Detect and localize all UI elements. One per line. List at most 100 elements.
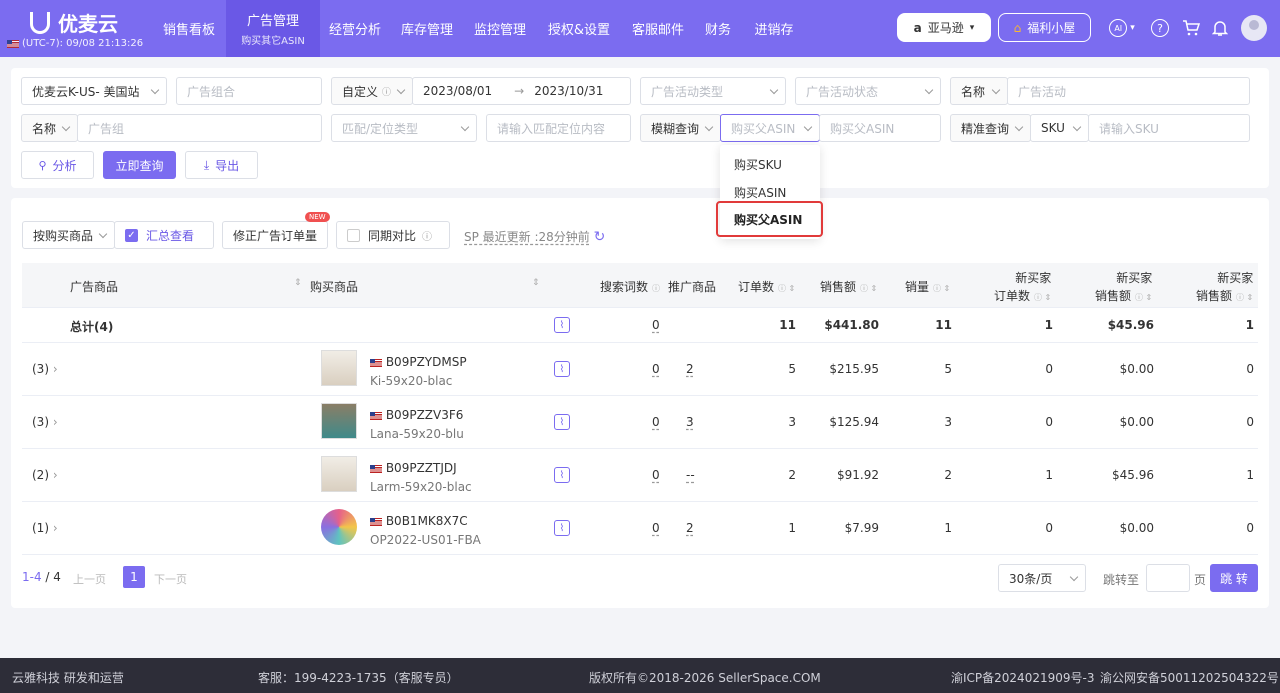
nav-service-email[interactable]: 客服邮件: [624, 0, 692, 57]
us-flag-icon: [370, 464, 382, 473]
brand-logo[interactable]: 优麦云: [30, 8, 118, 37]
nav-finance[interactable]: 财务: [698, 0, 738, 57]
product-thumbnail[interactable]: [321, 456, 357, 492]
user-avatar[interactable]: [1241, 15, 1267, 41]
parent-asin-input[interactable]: 购买父ASIN: [819, 114, 941, 142]
row-expand[interactable]: (3) ›: [32, 362, 58, 376]
row-search-terms[interactable]: 0: [652, 362, 660, 376]
campaign-status-select[interactable]: 广告活动状态: [795, 77, 941, 105]
col-promoted-products[interactable]: 推广商品: [668, 278, 716, 295]
product-asin[interactable]: B09PZYDMSP: [370, 355, 467, 369]
cart-icon[interactable]: [1181, 18, 1201, 38]
name-field-select-2[interactable]: 名称: [21, 114, 78, 142]
nav-inventory[interactable]: 库存管理: [392, 0, 462, 57]
page-1-button[interactable]: 1: [123, 566, 145, 588]
trend-chart-icon[interactable]: ⌇: [554, 317, 570, 333]
date-mode-select[interactable]: 自定义 ⓘ: [331, 77, 413, 105]
row-promoted[interactable]: 3: [686, 415, 694, 429]
row-expand[interactable]: (2) ›: [32, 468, 58, 482]
dropdown-item-buy-sku[interactable]: 购买SKU: [734, 156, 782, 173]
row-sales: $125.94: [829, 415, 879, 429]
date-range-picker[interactable]: 2023/08/01 → 2023/10/31: [412, 77, 631, 105]
shop-select[interactable]: 优麦云K-US- 美国站: [21, 77, 167, 105]
trend-chart-icon[interactable]: ⌇: [554, 520, 570, 536]
marketplace-select[interactable]: a 亚马逊 ▾: [897, 13, 991, 42]
row-search-terms[interactable]: 0: [652, 521, 660, 535]
col-search-terms[interactable]: 搜索词数 ⓘ: [600, 278, 660, 295]
bell-icon[interactable]: [1210, 18, 1230, 38]
product-thumbnail[interactable]: [321, 509, 357, 545]
product-asin[interactable]: B0B1MK8X7C: [370, 514, 468, 528]
group-by-select[interactable]: 按购买商品: [22, 221, 115, 249]
dropdown-item-buy-asin[interactable]: 购买ASIN: [734, 184, 786, 201]
footer-copyright: 版权所有©2018-2026 SellerSpace.COM: [589, 671, 821, 685]
campaign-type-select[interactable]: 广告活动类型: [640, 77, 786, 105]
sku-input[interactable]: 请输入SKU: [1088, 114, 1250, 142]
match-type-select[interactable]: 匹配/定位类型: [331, 114, 477, 142]
col-sales[interactable]: 销售额 ⓘ ⇕: [820, 278, 877, 295]
welfare-button[interactable]: ⌂ 福利小屋: [998, 13, 1091, 42]
refresh-icon[interactable]: ↻: [594, 229, 606, 245]
col-new-buyer-orders[interactable]: 新买家 订单数 ⓘ ⇕: [994, 269, 1051, 307]
col-orders[interactable]: 订单数 ⓘ ⇕: [738, 278, 795, 295]
col-new-buyer-units[interactable]: 新买家 销售额 ⓘ ⇕: [1196, 269, 1253, 307]
sort-icon[interactable]: ⇕: [294, 278, 302, 288]
footer-icp[interactable]: 渝ICP备2024021909号-3: [951, 669, 1094, 686]
row-promoted[interactable]: 2: [686, 362, 694, 376]
fix-ad-orders-button[interactable]: 修正广告订单量: [222, 221, 328, 249]
page-size-select[interactable]: 30条/页: [998, 564, 1086, 592]
name-field-select[interactable]: 名称: [950, 77, 1008, 105]
product-sku: Lana-59x20-blu: [370, 427, 464, 441]
jump-page-input[interactable]: [1146, 564, 1190, 592]
nav-purchase-sales-stock[interactable]: 进销存: [746, 0, 802, 57]
export-button[interactable]: ⤓ 导出: [185, 151, 258, 179]
trend-chart-icon[interactable]: ⌇: [554, 414, 570, 430]
col-new-buyer-sales[interactable]: 新买家 销售额 ⓘ ⇕: [1095, 269, 1152, 307]
fuzzy-query-select[interactable]: 模糊查询: [640, 114, 721, 142]
ad-portfolio-input[interactable]: 广告组合: [176, 77, 322, 105]
match-content-input[interactable]: 请输入匹配定位内容: [486, 114, 631, 142]
parent-asin-select[interactable]: 购买父ASIN: [720, 114, 820, 142]
period-compare-checkbox[interactable]: 同期对比 ⓘ: [336, 221, 450, 249]
query-button[interactable]: 立即查询: [103, 151, 176, 179]
footer-police[interactable]: 渝公网安备50011202504322号: [1100, 669, 1279, 686]
summary-checkbox[interactable]: ✓ 汇总查看: [114, 221, 214, 249]
nav-auth-settings[interactable]: 授权&设置: [540, 0, 618, 57]
trend-chart-icon[interactable]: ⌇: [554, 467, 570, 483]
total-new-buyer-orders: 1: [1044, 318, 1053, 332]
product-asin[interactable]: B09PZZTJDJ: [370, 461, 457, 475]
chevron-down-icon: ▾: [969, 22, 975, 33]
row-search-terms[interactable]: 0: [652, 468, 660, 482]
nav-sales-dashboard[interactable]: 销售看板: [152, 0, 226, 57]
row-search-terms[interactable]: 0: [652, 415, 660, 429]
filter-icon: ⚲: [38, 158, 47, 172]
trend-chart-icon[interactable]: ⌇: [554, 361, 570, 377]
exact-query-select[interactable]: 精准查询: [950, 114, 1031, 142]
sku-field-select[interactable]: SKU: [1030, 114, 1089, 142]
next-page-button[interactable]: 下一页: [154, 571, 187, 587]
nav-ad-management[interactable]: 广告管理 购买其它ASIN: [226, 0, 320, 57]
product-thumbnail[interactable]: [321, 403, 357, 439]
help-icon[interactable]: ?: [1150, 18, 1170, 38]
nav-monitoring[interactable]: 监控管理: [465, 0, 535, 57]
ai-assistant-icon[interactable]: AI ▾: [1106, 18, 1138, 38]
ad-group-input[interactable]: 广告组: [77, 114, 322, 142]
sort-icon[interactable]: ⇕: [532, 278, 540, 288]
prev-page-button[interactable]: 上一页: [73, 571, 106, 587]
row-expand[interactable]: (1) ›: [32, 521, 58, 535]
row-promoted[interactable]: 2: [686, 521, 694, 535]
jump-button[interactable]: 跳 转: [1210, 564, 1258, 592]
row-promoted[interactable]: --: [686, 468, 695, 482]
nav-business-analysis[interactable]: 经营分析: [320, 0, 390, 57]
col-units[interactable]: 销量 ⓘ ⇕: [905, 278, 950, 295]
top-navbar: 优麦云 (UTC-7): 09/08 21:13:26 销售看板 广告管理 购买其…: [0, 0, 1280, 57]
col-ad-product[interactable]: 广告商品: [70, 278, 118, 295]
analyze-button[interactable]: ⚲ 分析: [21, 151, 94, 179]
total-search-terms[interactable]: 0: [652, 318, 660, 332]
col-buy-product[interactable]: 购买商品: [310, 278, 358, 295]
campaign-search-input[interactable]: 广告活动: [1007, 77, 1250, 105]
row-expand[interactable]: (3) ›: [32, 415, 58, 429]
product-asin[interactable]: B09PZZV3F6: [370, 408, 463, 422]
help-circle-icon: ⓘ ⇕: [933, 284, 951, 293]
product-thumbnail[interactable]: [321, 350, 357, 386]
